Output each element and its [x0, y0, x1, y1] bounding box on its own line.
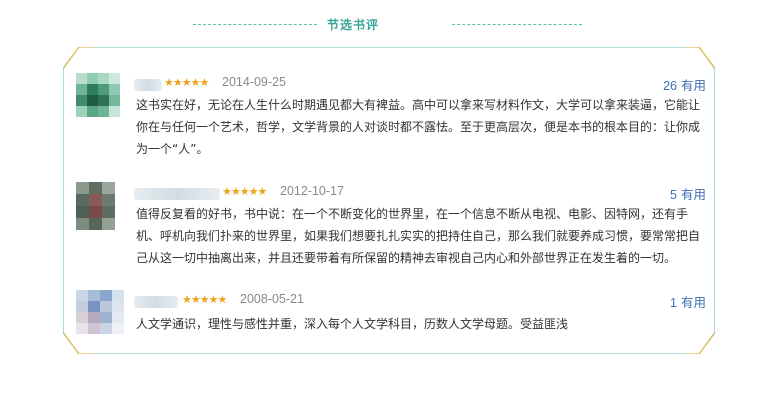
header-dashed-line-right: [452, 24, 582, 25]
rating-stars: ★★★★★: [222, 185, 267, 198]
frame-corner-tr: [685, 47, 715, 68]
section-title: 节选书评: [326, 18, 379, 32]
review-date: 2012-10-17: [280, 184, 344, 198]
avatar[interactable]: [76, 182, 115, 230]
username-blurred[interactable]: [134, 296, 178, 308]
review-item: ★★★★★ 2012-10-17 5 有用 值得反复看的好书，书中说：在一个不断变…: [72, 182, 712, 272]
review-item: ★★★★★ 2014-09-25 26 有用 这书实在好，无论在人生什么时期遇见都…: [72, 73, 712, 163]
useful-button[interactable]: 1 有用: [670, 292, 706, 311]
useful-count: 5: [670, 188, 677, 202]
review-item: ★★★★★ 2008-05-21 1 有用 人文学通识，理性与感性并重，深入每个人…: [72, 290, 712, 340]
section-header: 节选书评: [0, 14, 767, 36]
rating-stars: ★★★★★: [182, 293, 227, 306]
avatar[interactable]: [76, 290, 124, 334]
useful-button[interactable]: 26 有用: [663, 75, 706, 94]
review-text: 值得反复看的好书，书中说：在一个不断变化的世界里，在一个信息不断从电视、电影、因…: [136, 207, 701, 265]
review-text: 这书实在好，无论在人生什么时期遇见都大有裨益。高中可以拿来写材料作文，大学可以拿…: [136, 98, 701, 156]
useful-button[interactable]: 5 有用: [670, 184, 706, 203]
useful-label: 有用: [680, 79, 706, 93]
useful-count: 1: [670, 296, 677, 310]
review-text: 人文学通识，理性与感性并重，深入每个人文学科目，历数人文学母题。受益匪浅: [136, 317, 569, 331]
rating-stars: ★★★★★: [164, 76, 209, 89]
header-dashed-line-left: [193, 24, 317, 25]
useful-label: 有用: [680, 296, 706, 310]
useful-label: 有用: [680, 188, 706, 202]
username-blurred[interactable]: [134, 188, 220, 200]
review-date: 2014-09-25: [222, 75, 286, 89]
username-blurred[interactable]: [134, 79, 162, 91]
useful-count: 26: [663, 79, 677, 93]
avatar[interactable]: [76, 73, 120, 117]
frame-corner-tl: [63, 47, 93, 68]
review-date: 2008-05-21: [240, 292, 304, 306]
